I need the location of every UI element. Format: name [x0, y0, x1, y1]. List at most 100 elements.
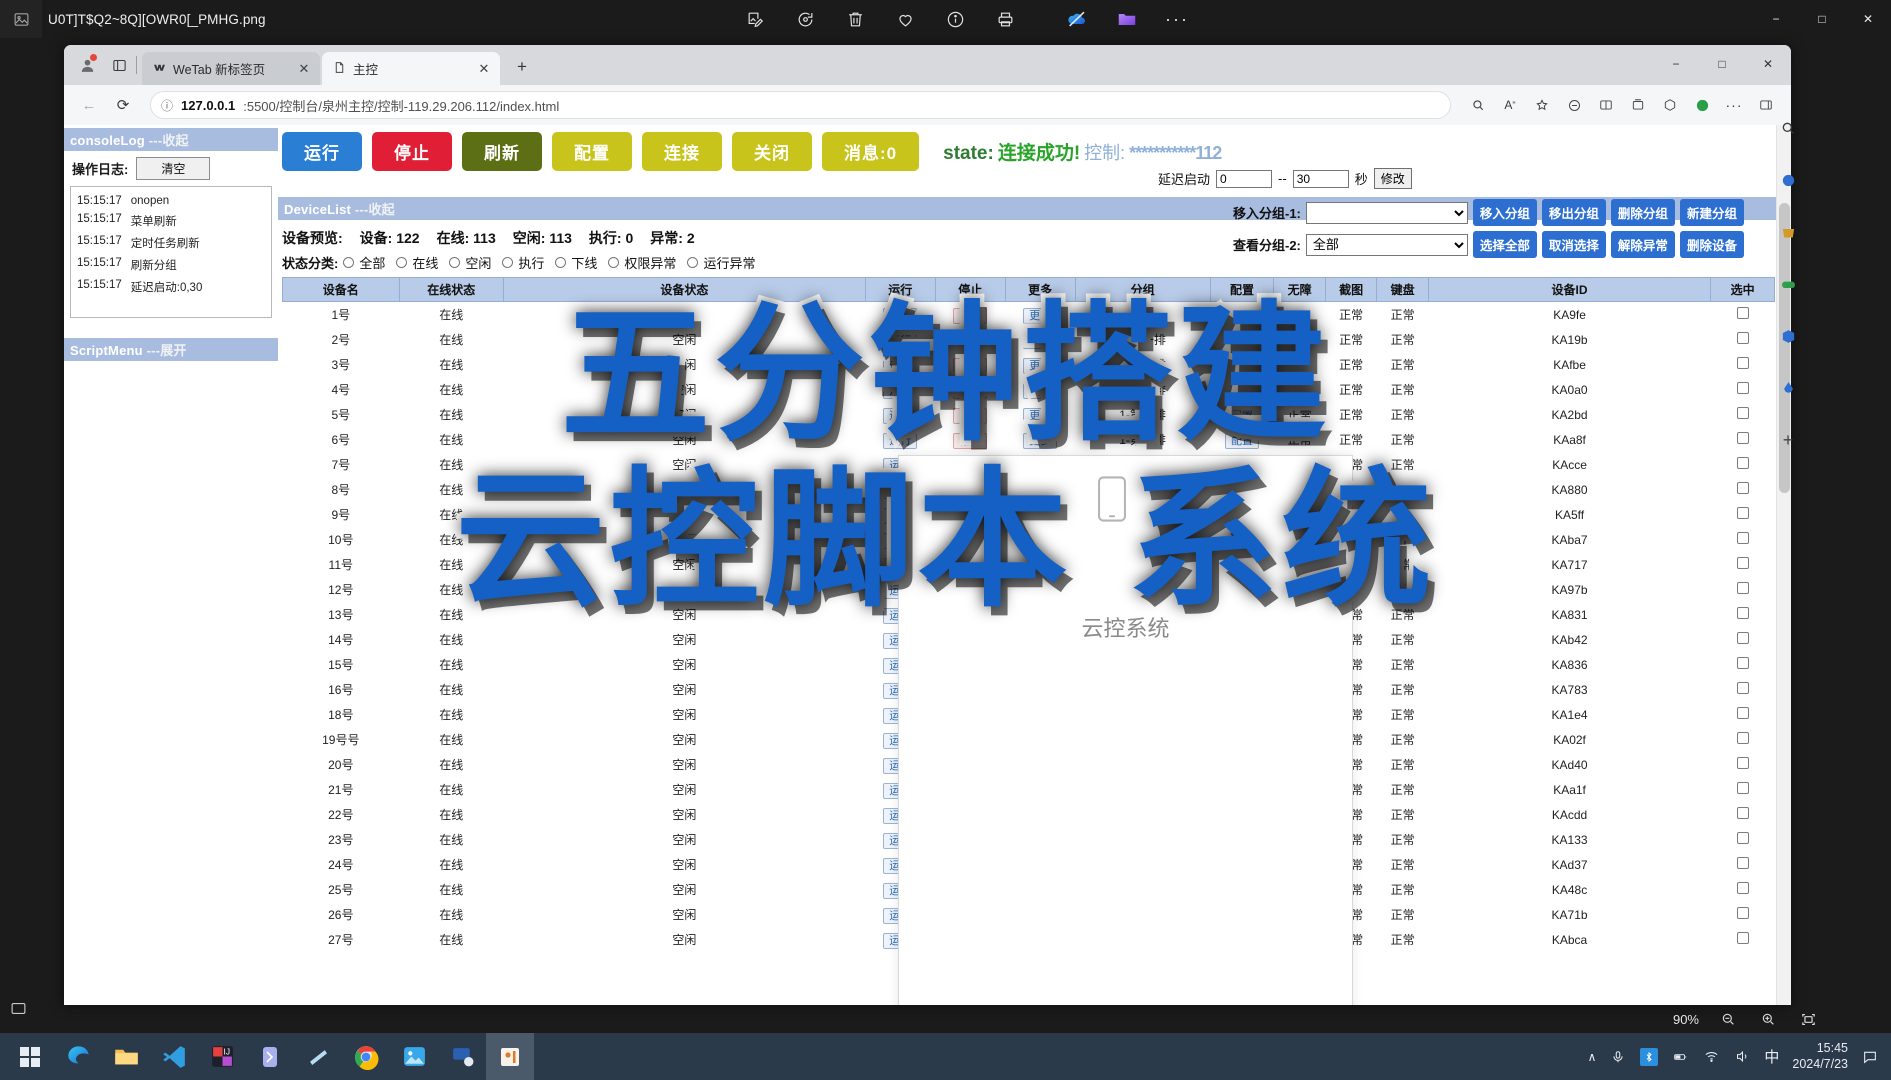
row-run-button[interactable]: 运行 [883, 307, 918, 324]
cell-selected[interactable] [1711, 602, 1775, 627]
row-checkbox[interactable] [1736, 557, 1749, 569]
row-checkbox[interactable] [1736, 932, 1749, 944]
cell-selected[interactable] [1711, 727, 1775, 752]
clear-log-button[interactable]: 清空 [136, 157, 211, 180]
print-icon[interactable] [990, 4, 1020, 34]
tab-main-control[interactable]: 主控 ✕ [322, 52, 500, 85]
filter-permission-error[interactable]: 权限异常 [608, 253, 676, 272]
cell-selected[interactable] [1711, 752, 1775, 777]
row-run-button[interactable]: 运行 [883, 407, 918, 424]
row-checkbox[interactable] [1736, 382, 1749, 394]
avatar[interactable] [70, 48, 104, 82]
cell-selected[interactable] [1711, 827, 1775, 852]
games-icon[interactable] [1775, 271, 1801, 297]
row-stop-button[interactable]: 停止 [953, 332, 988, 349]
cell-selected[interactable] [1711, 927, 1775, 952]
row-checkbox[interactable] [1736, 707, 1749, 719]
chrome-icon[interactable] [342, 1033, 390, 1080]
cell-selected[interactable] [1711, 452, 1775, 477]
select-all-button[interactable]: 选择全部 [1472, 231, 1537, 258]
cell-config[interactable]: 配置 [1210, 327, 1274, 352]
favorite-star-icon[interactable] [1527, 90, 1557, 120]
cell-stop[interactable]: 停止 [935, 302, 1005, 328]
row-run-button[interactable]: 运行 [883, 382, 918, 399]
cell-selected[interactable] [1711, 502, 1775, 527]
cell-config[interactable]: 配置 [1210, 427, 1274, 452]
cell-selected[interactable] [1711, 877, 1775, 902]
filter-offline[interactable]: 下线 [555, 253, 597, 272]
table-row[interactable]: 6号 在线 空闲 运行 停止 更多 1-第一排 配置 正常 正常 正常 KAa8f [283, 427, 1775, 452]
cell-run[interactable]: 运行 [865, 327, 935, 352]
delay-modify-button[interactable]: 修改 [1373, 168, 1412, 189]
device-list-collapse-toggle[interactable]: ---收起 [355, 202, 395, 217]
favorite-icon[interactable] [890, 4, 920, 34]
row-run-button[interactable]: 运行 [883, 357, 918, 374]
row-checkbox[interactable] [1736, 807, 1749, 819]
tray-overflow-icon[interactable]: ∧ [1588, 1050, 1597, 1064]
cell-selected[interactable] [1711, 402, 1775, 427]
group-move-select[interactable] [1305, 201, 1468, 224]
info-icon[interactable] [940, 4, 970, 34]
wifi-icon[interactable] [1702, 1048, 1720, 1066]
cell-stop[interactable]: 停止 [935, 377, 1005, 402]
row-checkbox[interactable] [1736, 682, 1749, 694]
new-tab-button[interactable]: + [508, 53, 536, 81]
cell-selected[interactable] [1711, 527, 1775, 552]
delete-device-button[interactable]: 删除设备 [1679, 231, 1744, 258]
cell-selected[interactable] [1711, 677, 1775, 702]
row-stop-button[interactable]: 停止 [953, 382, 988, 399]
tab-close-icon[interactable]: ✕ [296, 61, 312, 77]
stop-button[interactable]: 停止 [372, 132, 452, 171]
row-checkbox[interactable] [1736, 407, 1749, 419]
row-more-button[interactable]: 更多 [1023, 407, 1058, 424]
minimize-button[interactable]: − [1753, 0, 1799, 38]
cell-stop[interactable]: 停止 [935, 427, 1005, 452]
maximize-button[interactable]: □ [1799, 0, 1845, 38]
row-checkbox[interactable] [1736, 507, 1749, 519]
deselect-button[interactable]: 取消选择 [1541, 231, 1606, 258]
delay-from-input[interactable] [1216, 169, 1273, 188]
clear-error-button[interactable]: 解除异常 [1610, 231, 1675, 258]
mic-icon[interactable] [1609, 1048, 1627, 1066]
cell-selected[interactable] [1711, 802, 1775, 827]
row-config-button[interactable]: 配置 [1224, 307, 1259, 324]
row-checkbox[interactable] [1736, 632, 1749, 644]
cell-more[interactable]: 更多 [1005, 327, 1075, 352]
row-checkbox[interactable] [1736, 582, 1749, 594]
edge-icon[interactable] [54, 1033, 102, 1080]
row-stop-button[interactable]: 停止 [953, 357, 988, 374]
row-more-button[interactable]: 更多 [1023, 432, 1058, 449]
console-log-header[interactable]: consoleLog ---收起 [64, 128, 278, 151]
row-config-button[interactable]: 配置 [1224, 357, 1259, 374]
cell-config[interactable]: 配置 [1210, 377, 1274, 402]
reload-icon[interactable]: ⟳ [108, 90, 138, 120]
address-bar[interactable]: ⓘ 127.0.0.1:5500/控制台/泉州主控/控制-119.29.206.… [150, 91, 1451, 119]
row-run-button[interactable]: 运行 [883, 432, 918, 449]
copilot-icon[interactable] [1775, 167, 1801, 193]
group-view-select[interactable]: 全部 [1305, 233, 1468, 256]
tab-close-icon[interactable]: ✕ [476, 61, 492, 77]
cell-selected[interactable] [1711, 427, 1775, 452]
cell-selected[interactable] [1711, 477, 1775, 502]
filter-all[interactable]: 全部 [343, 253, 385, 272]
table-row[interactable]: 1号 在线 空闲 运行 停止 更多 1-第一排 配置 正常 正常 正常 KA9fe [283, 302, 1775, 328]
script-menu-toggle[interactable]: ---展开 [147, 343, 187, 358]
cloud-off-icon[interactable] [1062, 4, 1092, 34]
cell-selected[interactable] [1711, 352, 1775, 377]
cell-more[interactable]: 更多 [1005, 402, 1075, 427]
shopping-icon[interactable] [1775, 219, 1801, 245]
cell-run[interactable]: 运行 [865, 427, 935, 452]
split-screen-icon[interactable] [1591, 90, 1621, 120]
row-checkbox[interactable] [1736, 657, 1749, 669]
rotate-icon[interactable] [790, 4, 820, 34]
tab-actions-icon[interactable] [104, 48, 134, 82]
edit-image-icon[interactable] [740, 4, 770, 34]
cell-selected[interactable] [1711, 627, 1775, 652]
row-config-button[interactable]: 配置 [1224, 432, 1259, 449]
cell-config[interactable]: 配置 [1210, 302, 1274, 328]
cell-selected[interactable] [1711, 302, 1775, 328]
row-checkbox[interactable] [1736, 332, 1749, 344]
filter-run-error[interactable]: 运行异常 [687, 253, 755, 272]
ime-indicator[interactable]: 中 [1764, 1046, 1779, 1067]
cell-selected[interactable] [1711, 327, 1775, 352]
